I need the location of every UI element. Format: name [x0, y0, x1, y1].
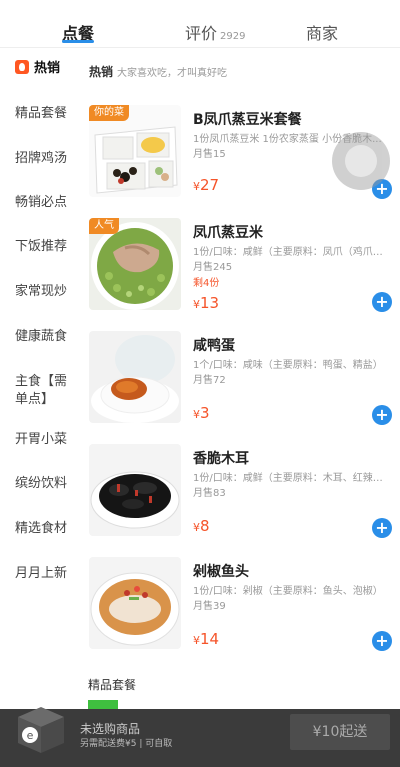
sidebar-item-soup[interactable]: 招牌鸡汤: [15, 150, 77, 168]
sidebar-item-drinks[interactable]: 缤纷饮料: [15, 475, 77, 493]
currency-symbol: ¥: [193, 408, 200, 421]
food-image-salted-egg: [89, 331, 181, 423]
sidebar-item-new[interactable]: 月月上新: [15, 565, 77, 583]
currency-symbol: ¥: [193, 180, 200, 193]
food-image-combo: 你的菜: [89, 105, 181, 197]
price-value: 14: [200, 630, 220, 648]
item-sales: 月售72: [193, 375, 226, 386]
sidebar-item-appetizer[interactable]: 开胃小菜: [15, 431, 77, 449]
price-value: 3: [200, 404, 210, 422]
currency-symbol: ¥: [193, 634, 200, 647]
list-item[interactable]: 香脆木耳 1份/口味：咸鲜（主要原料：木耳、红辣椒... 月售83 ¥8 +: [89, 444, 400, 554]
item-price: ¥14: [193, 630, 219, 648]
item-sales: 月售245: [193, 262, 233, 273]
category-sidebar: 热销 精品套餐 招牌鸡汤 畅销必点 下饭推荐 家常现炒 健康蔬食 主食【需单点】…: [0, 48, 80, 709]
food-image-chicken-feet: 人气: [89, 218, 181, 310]
cart-empty-text: 未选购商品: [80, 722, 141, 736]
add-to-cart-button[interactable]: +: [372, 405, 392, 425]
section-title: 热销: [89, 65, 114, 79]
item-name: B凤爪蒸豆米套餐: [193, 112, 302, 128]
add-to-cart-button[interactable]: +: [372, 631, 392, 651]
item-tag: 你的菜: [89, 105, 129, 121]
price-value: 27: [200, 176, 220, 194]
tab-active-indicator: [62, 40, 94, 43]
cart-bar: e 未选购商品 另需配送费¥5 | 可自取 ¥10起送: [0, 707, 400, 767]
sidebar-item-bestseller[interactable]: 畅销必点: [15, 194, 77, 212]
next-section-title: 精品套餐: [88, 678, 137, 692]
cart-icon[interactable]: e: [14, 703, 68, 755]
item-price: ¥8: [193, 517, 210, 535]
item-desc: 1份/口味：咸鲜（主要原料：木耳、红辣椒...: [193, 473, 388, 484]
food-image-fish-head: [89, 557, 181, 649]
tab-review-label: 评价: [185, 24, 218, 43]
list-item[interactable]: 人气 凤爪蒸豆米 1份/口味：咸鲜（主要原料：凤爪（鸡爪或... 月售245 剩…: [89, 218, 400, 328]
sidebar-item-hot[interactable]: 热销: [15, 60, 77, 78]
currency-symbol: ¥: [193, 521, 200, 534]
item-name: 剁椒鱼头: [193, 564, 249, 580]
item-price: ¥13: [193, 294, 219, 312]
item-desc: 1个/口味：咸味（主要原料：鸭蛋、精盐）: [193, 360, 383, 371]
assistive-touch-button[interactable]: [332, 132, 390, 190]
item-name: 咸鸭蛋: [193, 338, 235, 354]
item-sales: 月售39: [193, 601, 226, 612]
tab-merchant[interactable]: 商家: [306, 20, 338, 44]
section-header: 热销 大家喜欢吃，才叫真好吃: [89, 63, 227, 80]
list-item[interactable]: 咸鸭蛋 1个/口味：咸味（主要原料：鸭蛋、精盐） 月售72 ¥3 +: [89, 331, 400, 441]
sidebar-item-ingredients[interactable]: 精选食材: [15, 520, 77, 538]
sidebar-item-label: 热销: [34, 61, 61, 76]
tab-bar: 点餐 评价 2929 商家: [0, 0, 400, 48]
price-value: 13: [200, 294, 220, 312]
stock-remaining: 剩4份: [193, 278, 220, 289]
sidebar-item-staple[interactable]: 主食【需单点】: [15, 373, 73, 409]
item-sales: 月售83: [193, 488, 226, 499]
sidebar-item-stirfry[interactable]: 家常现炒: [15, 283, 77, 301]
fire-icon: [15, 60, 29, 74]
svg-text:e: e: [27, 729, 34, 742]
delivery-fee-text: 另需配送费¥5 | 可自取: [80, 739, 173, 749]
review-count: 2929: [220, 31, 246, 42]
checkout-button[interactable]: ¥10起送: [290, 714, 390, 750]
item-price: ¥3: [193, 404, 210, 422]
section-decoration: [88, 700, 118, 709]
item-tag: 人气: [89, 218, 119, 234]
item-desc: 1份/口味：咸鲜（主要原料：凤爪（鸡爪或...: [193, 247, 388, 258]
item-desc: 1份/口味：剁椒（主要原料：鱼头、泡椒）: [193, 586, 383, 597]
currency-symbol: ¥: [193, 298, 200, 311]
item-name: 凤爪蒸豆米: [193, 225, 263, 241]
item-sales: 月售15: [193, 149, 226, 160]
sidebar-item-rice-dishes[interactable]: 下饭推荐: [15, 238, 77, 256]
tab-merchant-label: 商家: [306, 24, 339, 43]
price-value: 8: [200, 517, 210, 535]
list-item[interactable]: 剁椒鱼头 1份/口味：剁椒（主要原料：鱼头、泡椒） 月售39 ¥14 +: [89, 557, 400, 667]
item-name: 香脆木耳: [193, 451, 249, 467]
sidebar-item-veggie[interactable]: 健康蔬食: [15, 328, 77, 346]
add-to-cart-button[interactable]: +: [372, 518, 392, 538]
sidebar-item-combo[interactable]: 精品套餐: [15, 105, 77, 123]
food-image-wood-ear: [89, 444, 181, 536]
item-price: ¥27: [193, 176, 219, 194]
add-to-cart-button[interactable]: +: [372, 292, 392, 312]
tab-review[interactable]: 评价 2929: [185, 20, 245, 44]
section-subtitle: 大家喜欢吃，才叫真好吃: [117, 68, 228, 79]
